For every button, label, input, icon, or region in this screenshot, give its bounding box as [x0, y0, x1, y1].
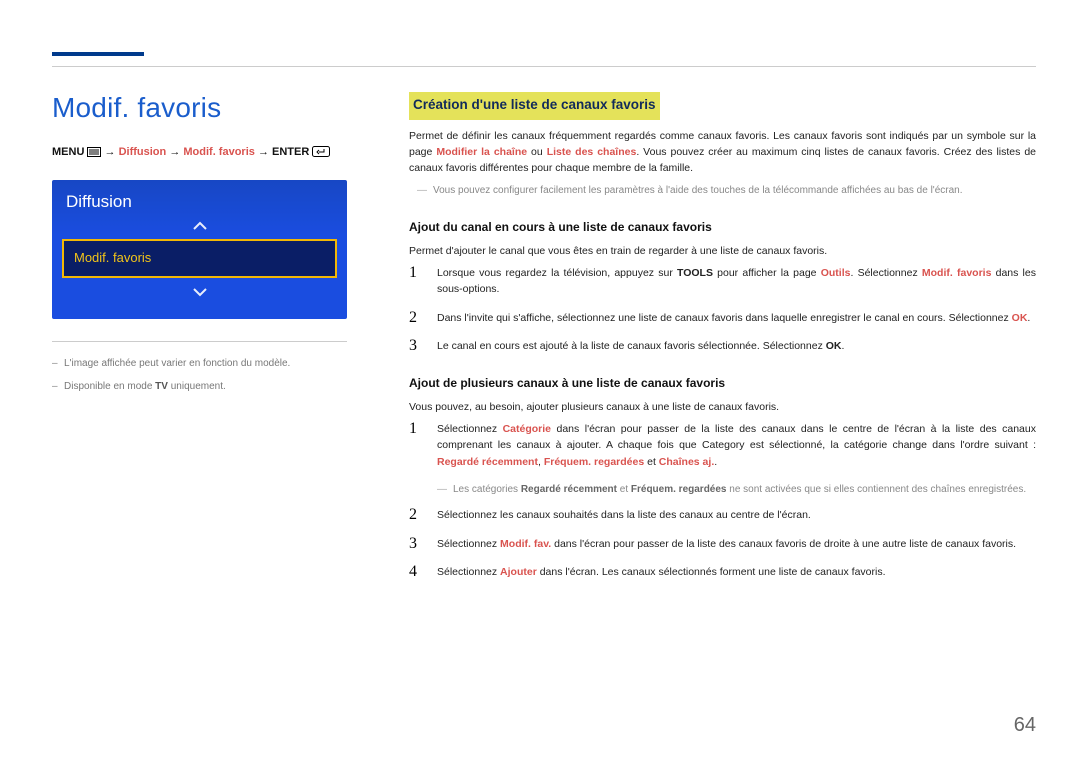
left-column: Modif. favoris MENU → Diffusion → Modif.…: [52, 92, 347, 592]
t: .: [714, 456, 717, 468]
step-body: Le canal en cours est ajouté à la liste …: [437, 338, 1036, 354]
t: Sélectionnez: [437, 566, 500, 578]
t: dans l'écran. Les canaux sélectionnés fo…: [537, 566, 886, 578]
ok: OK: [826, 340, 842, 352]
frequem-regardees: Fréquem. regardées: [544, 456, 644, 468]
footnote-2-post: uniquement.: [168, 381, 226, 392]
step-body: Dans l'invite qui s'affiche, sélectionne…: [437, 310, 1036, 326]
step-number: 1: [409, 265, 423, 298]
step-item: 1 Lorsque vous regardez la télévision, a…: [409, 265, 1036, 298]
t: Lorsque vous regardez la télévision, app…: [437, 267, 677, 279]
step-item: 3 Le canal en cours est ajouté à la list…: [409, 338, 1036, 354]
t: Sélectionnez: [437, 423, 503, 435]
t: ne sont activées que si elles contiennen…: [727, 484, 1027, 495]
step-item: 2 Sélectionnez les canaux souhaités dans…: [409, 507, 1036, 523]
ajouter: Ajouter: [500, 566, 537, 578]
step-number: 3: [409, 338, 423, 354]
chevron-down-icon[interactable]: [52, 284, 347, 301]
breadcrumb-arrow: →: [169, 146, 180, 158]
step-number: 4: [409, 564, 423, 580]
steps-list-2: 1 Sélectionnez Catégorie dans l'écran po…: [409, 421, 1036, 470]
breadcrumb: MENU → Diffusion → Modif. favoris → ENTE…: [52, 146, 347, 160]
header-accent: [52, 52, 144, 56]
page: Modif. favoris MENU → Diffusion → Modif.…: [0, 0, 1080, 763]
t: dans l'écran pour passer de la liste des…: [551, 538, 1016, 550]
t: Dans l'invite qui s'affiche, sélectionne…: [437, 312, 1012, 324]
breadcrumb-menu-label: MENU: [52, 146, 84, 158]
t: .: [842, 340, 845, 352]
step-number: 3: [409, 536, 423, 552]
chaines-aj: Chaînes aj.: [659, 456, 714, 468]
menu-icon: [87, 147, 101, 160]
sub2-intro: Vous pouvez, au besoin, ajouter plusieur…: [409, 399, 1036, 415]
step-body: Lorsque vous regardez la télévision, app…: [437, 265, 1036, 298]
tv-menu-selected-label: Modif. favoris: [74, 250, 151, 265]
intro-ou: ou: [527, 146, 547, 158]
breadcrumb-arrow: →: [258, 146, 269, 158]
modif-fav: Modif. fav.: [500, 538, 551, 550]
categorie: Catégorie: [503, 423, 551, 435]
note-remote-text: Vous pouvez configurer facilement les pa…: [433, 185, 963, 196]
t: .: [1027, 312, 1030, 324]
step-body: Sélectionnez Ajouter dans l'écran. Les c…: [437, 564, 1036, 580]
tv-menu-selected-item[interactable]: Modif. favoris: [62, 239, 337, 278]
t: Le canal en cours est ajouté à la liste …: [437, 340, 826, 352]
subheading-1: Ajout du canal en cours à une liste de c…: [409, 218, 1036, 237]
outils: Outils: [821, 267, 851, 279]
step-item: 4 Sélectionnez Ajouter dans l'écran. Les…: [409, 564, 1036, 580]
divider: [52, 341, 347, 342]
regarde-recemment: Regardé récemment: [521, 484, 617, 495]
regarde-recemment: Regardé récemment: [437, 456, 538, 468]
right-column: Création d'une liste de canaux favoris P…: [409, 92, 1036, 592]
breadcrumb-arrow: →: [105, 146, 116, 158]
step-number: 2: [409, 507, 423, 523]
step-body: Sélectionnez Modif. fav. dans l'écran po…: [437, 536, 1036, 552]
step-note: Les catégories Regardé récemment et Fréq…: [437, 482, 1036, 498]
enter-icon: [312, 146, 330, 160]
chevron-up-icon[interactable]: [52, 218, 347, 235]
t: et: [644, 456, 659, 468]
steps-list-2b: 2 Sélectionnez les canaux souhaités dans…: [409, 507, 1036, 580]
t: et: [617, 484, 631, 495]
step-number: 1: [409, 421, 423, 470]
step-item: 1 Sélectionnez Catégorie dans l'écran po…: [409, 421, 1036, 470]
tv-menu-widget: Diffusion Modif. favoris: [52, 180, 347, 319]
footnote-1-text: L'image affichée peut varier en fonction…: [64, 358, 290, 369]
header-rule: [52, 66, 1036, 67]
section-heading: Création d'une liste de canaux favoris: [409, 92, 660, 120]
footnote-2-tv: TV: [155, 381, 168, 392]
tools-key: TOOLS: [677, 267, 713, 279]
tv-menu-heading: Diffusion: [52, 180, 347, 218]
t: Les catégories: [453, 484, 521, 495]
step-body: Sélectionnez Catégorie dans l'écran pour…: [437, 421, 1036, 470]
intro-paragraph: Permet de définir les canaux fréquemment…: [409, 128, 1036, 177]
breadcrumb-diffusion: Diffusion: [119, 146, 167, 158]
intro-modifier-chaine: Modifier la chaîne: [436, 146, 527, 158]
page-title: Modif. favoris: [52, 92, 347, 124]
t: Sélectionnez: [437, 538, 500, 550]
intro-liste-chaines: Liste des chaînes: [547, 146, 637, 158]
step-number: 2: [409, 310, 423, 326]
subheading-2: Ajout de plusieurs canaux à une liste de…: [409, 374, 1036, 393]
sub1-intro: Permet d'ajouter le canal que vous êtes …: [409, 243, 1036, 259]
step-body: Sélectionnez les canaux souhaités dans l…: [437, 507, 1036, 523]
t: pour afficher la page: [713, 267, 821, 279]
breadcrumb-modif: Modif. favoris: [183, 146, 255, 158]
footnote-1: L'image affichée peut varier en fonction…: [52, 356, 347, 371]
step-item: 3 Sélectionnez Modif. fav. dans l'écran …: [409, 536, 1036, 552]
steps-list-1: 1 Lorsque vous regardez la télévision, a…: [409, 265, 1036, 354]
step-item: 2 Dans l'invite qui s'affiche, sélection…: [409, 310, 1036, 326]
page-number: 64: [1014, 714, 1036, 737]
footnote-2: Disponible en mode TV uniquement.: [52, 379, 347, 394]
note-remote: Vous pouvez configurer facilement les pa…: [417, 183, 1036, 199]
frequem-regardees: Fréquem. regardées: [631, 484, 727, 495]
footnote-2-pre: Disponible en mode: [64, 381, 155, 392]
ok: OK: [1012, 312, 1028, 324]
t: . Sélectionnez: [850, 267, 921, 279]
modif-favoris: Modif. favoris: [922, 267, 992, 279]
breadcrumb-enter-label: ENTER: [272, 146, 309, 158]
